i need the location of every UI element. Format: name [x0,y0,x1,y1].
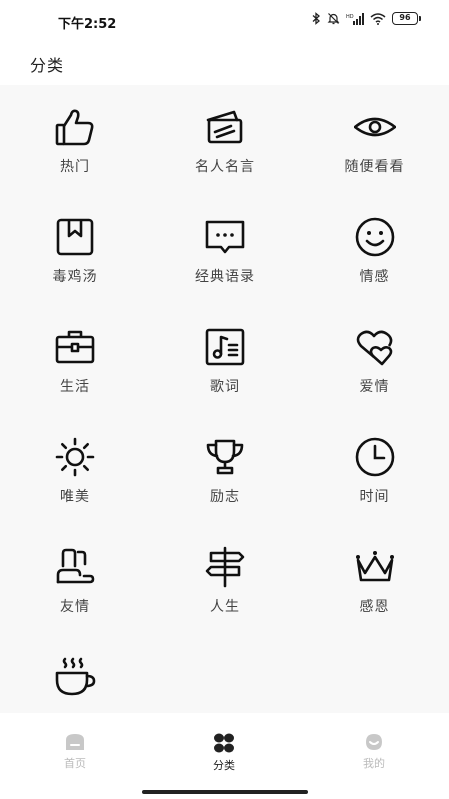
cards-icon [203,106,247,148]
battery-indicator: 96 [392,12,421,25]
tab-label: 首页 [64,757,86,770]
category-label: 经典语录 [195,269,255,285]
bottom-tab-bar: 首页 分类 我的 [0,713,449,799]
category-lyrics[interactable]: 歌词 [150,305,300,415]
category-label: 时间 [359,489,390,505]
status-bar: 下午2:52 HD 96 [0,0,449,42]
category-label: 人生 [210,599,240,615]
tab-home[interactable]: 首页 [35,733,115,771]
trophy-icon [203,436,247,478]
smiley-icon [353,216,397,258]
category-label: 感恩 [359,599,390,615]
category-classic-quotes[interactable]: 经典语录 [150,195,300,305]
category-friendship[interactable]: 友情 [0,525,150,635]
tab-profile[interactable]: 我的 [334,733,414,771]
category-label: 名人名言 [195,159,255,175]
signpost-icon [203,546,247,588]
category-label: 生活 [60,379,90,395]
category-love[interactable]: 爱情 [300,305,449,415]
category-label: 爱情 [359,379,390,395]
category-life[interactable]: 生活 [0,305,150,415]
svg-text:HD: HD [346,14,354,20]
category-label: 友情 [60,599,90,615]
eye-icon [353,106,397,148]
category-label: 唯美 [60,489,90,505]
page-title: 分类 [30,56,65,75]
thumbs-up-icon [53,106,97,148]
briefcase-icon [53,326,97,368]
category-content[interactable]: 热门 名人名言 随便看看 毒鸡汤 经典语录 情感 生活 歌词 爱情 唯美 励志 … [0,85,449,713]
category-time[interactable]: 时间 [300,415,449,525]
battery-level: 96 [392,12,418,25]
category-label: 情感 [359,269,390,285]
sun-icon [53,436,97,478]
category-beauty[interactable]: 唯美 [0,415,150,525]
music-note-icon [203,326,247,368]
category-famous-quotes[interactable]: 名人名言 [150,85,300,195]
category-random[interactable]: 随便看看 [300,85,449,195]
mute-bell-icon [327,13,340,25]
status-icons: HD 96 [312,12,421,25]
category-label: 励志 [210,489,240,505]
page-header: 分类 [0,42,449,85]
category-label: 热门 [60,159,90,175]
category-life-path[interactable]: 人生 [150,525,300,635]
tab-category[interactable]: 分类 [184,733,264,773]
clock-icon [353,436,397,478]
message-dots-icon [203,216,247,258]
profile-icon [366,734,382,750]
friends-icon [53,546,97,588]
category-label: 歌词 [210,379,240,395]
wifi-icon [370,12,386,25]
category-more[interactable] [0,635,150,713]
coffee-cup-icon [53,656,97,698]
four-leaf-icon [214,733,234,753]
home-icon [66,734,84,750]
category-label: 随便看看 [344,159,405,175]
category-emotion[interactable]: 情感 [300,195,449,305]
status-time: 下午2:52 [58,17,117,32]
hearts-icon [353,326,397,368]
tab-label: 我的 [363,757,385,770]
category-hot[interactable]: 热门 [0,85,150,195]
crown-icon [353,546,397,588]
bluetooth-icon [312,12,320,25]
signal-icon: HD [346,12,364,25]
category-gratitude[interactable]: 感恩 [300,525,449,635]
category-toxic-soup[interactable]: 毒鸡汤 [0,195,150,305]
bookmark-box-icon [53,216,97,258]
category-inspiration[interactable]: 励志 [150,415,300,525]
category-grid: 热门 名人名言 随便看看 毒鸡汤 经典语录 情感 生活 歌词 爱情 唯美 励志 … [0,85,449,713]
home-indicator[interactable] [142,790,308,794]
category-label: 毒鸡汤 [52,269,98,285]
tab-label: 分类 [213,759,235,772]
